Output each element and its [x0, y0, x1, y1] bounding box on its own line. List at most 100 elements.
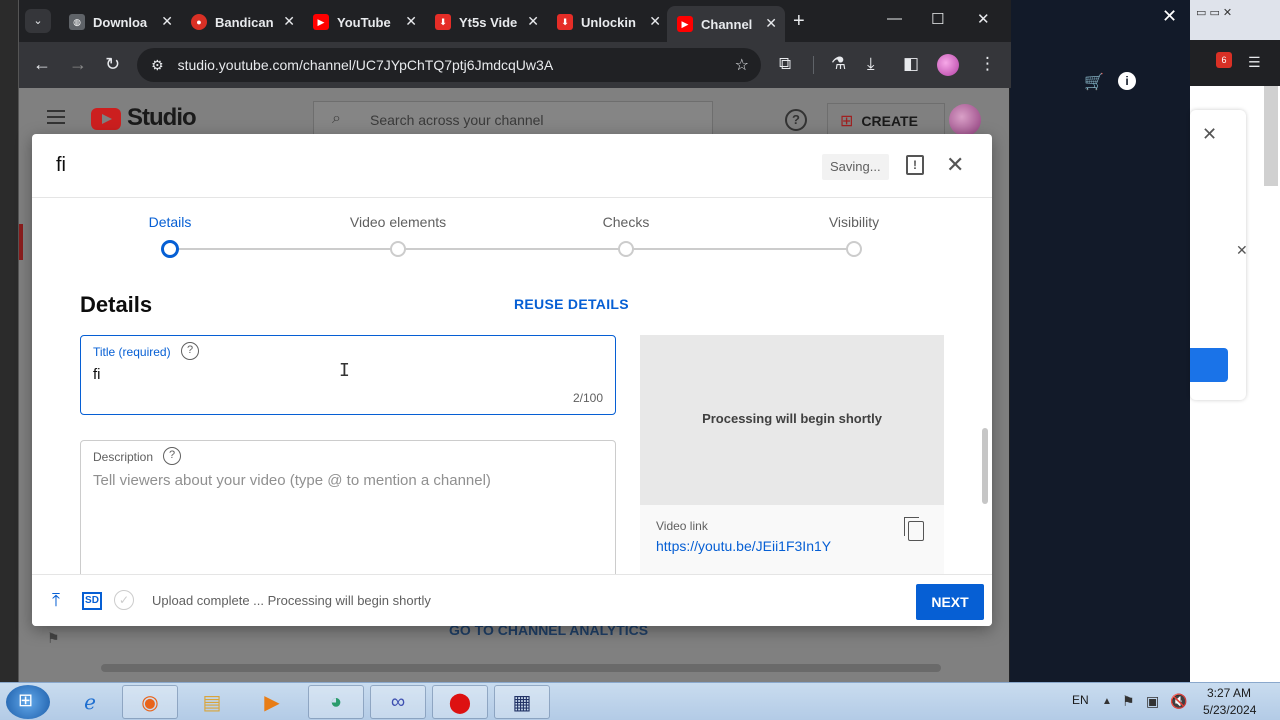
tab-downloader[interactable]: ◍ Downloa ✕	[59, 8, 181, 36]
url-text: studio.youtube.com/channel/UC7JYpChTQ7pt…	[177, 57, 554, 73]
new-tab-icon[interactable]: +	[793, 10, 805, 33]
step-dot-checks[interactable]	[618, 241, 634, 257]
clock-time[interactable]: 3:27 AM	[1207, 686, 1251, 700]
step-details[interactable]: Details	[90, 214, 250, 230]
close-icon[interactable]: ✕	[946, 152, 964, 178]
labs-icon[interactable]: ⚗	[831, 54, 846, 74]
dialog-header: fi Saving... ! ✕	[32, 134, 992, 198]
tab-close-icon[interactable]: ✕	[649, 13, 661, 30]
reload-icon[interactable]: ↻	[105, 54, 120, 75]
app-icon[interactable]: ◕	[308, 685, 364, 719]
dialog-content: Details REUSE DETAILS Title (required) ?…	[32, 278, 992, 574]
step-checks[interactable]: Checks	[546, 214, 706, 230]
video-link-label: Video link	[656, 519, 708, 533]
send-feedback-icon[interactable]: ⚑	[47, 630, 60, 647]
search-placeholder: Search across your channel	[370, 112, 544, 128]
tab-unlocking[interactable]: ⬇ Unlockin ✕	[547, 8, 669, 36]
copy-icon[interactable]	[904, 517, 924, 541]
help-icon[interactable]: ?	[181, 342, 199, 360]
bookmark-star-icon[interactable]: ☆	[735, 55, 749, 75]
close-icon[interactable]: ✕	[1236, 242, 1248, 259]
video-add-icon: ⊞	[840, 113, 854, 130]
clock-date[interactable]: 5/23/2024	[1203, 703, 1256, 717]
desktop: ✕ 🛒 i ✕ ✕ 6 ☰ ▭ ▭ ✕ ⌄ ◍ Downloa ✕ ● Band…	[0, 0, 1280, 720]
sd-quality-icon[interactable]: SD	[82, 592, 102, 610]
title-field[interactable]: Title (required) ? fi 2/100 I	[80, 335, 616, 415]
title-char-count: 2/100	[572, 391, 603, 405]
tab-yt5s[interactable]: ⬇ Yt5s Vide ✕	[425, 8, 547, 36]
close-icon[interactable]: ✕	[1202, 124, 1217, 145]
tab-search-icon[interactable]: ⌄	[25, 9, 51, 33]
cart-icon[interactable]: 🛒	[1084, 72, 1104, 92]
youtube-logo-icon[interactable]	[91, 108, 121, 130]
flag-icon[interactable]: ⚑	[1122, 693, 1135, 710]
dialog-scrollbar[interactable]	[982, 428, 988, 504]
title-field-label: Title (required)	[93, 345, 171, 359]
toolbar-divider	[813, 56, 814, 74]
tray-expand-icon[interactable]: ▲	[1102, 696, 1112, 707]
video-editor-icon[interactable]: ▦	[494, 685, 550, 719]
network-icon[interactable]: ▣	[1146, 693, 1159, 710]
step-video-elements[interactable]: Video elements	[318, 214, 478, 230]
next-button[interactable]: NEXT	[916, 584, 984, 620]
app-icon[interactable]: ∞	[370, 685, 426, 719]
step-dot-details[interactable]	[161, 240, 179, 258]
internet-explorer-icon[interactable]: ℯ	[62, 685, 118, 719]
scrollbar[interactable]	[1264, 86, 1278, 186]
video-link-url[interactable]: https://youtu.be/JEii1F3In1Y	[656, 538, 831, 554]
firefox-icon[interactable]: ◉	[122, 685, 178, 719]
profile-avatar[interactable]	[937, 54, 959, 76]
step-visibility[interactable]: Visibility	[774, 214, 934, 230]
background-dark-panel	[1010, 0, 1190, 682]
maximize-icon[interactable]: ☐	[931, 10, 944, 28]
file-explorer-icon[interactable]: ▤	[184, 685, 240, 719]
description-field[interactable]: Description ? Tell viewers about your vi…	[80, 440, 616, 574]
media-player-icon[interactable]: ▶	[244, 685, 300, 719]
minimize-icon[interactable]: —	[887, 10, 902, 27]
video-link-panel: Video link https://youtu.be/JEii1F3In1Y	[640, 505, 944, 574]
volume-muted-icon[interactable]: 🔇	[1170, 693, 1187, 710]
tab-close-icon[interactable]: ✕	[161, 13, 173, 30]
step-dot-visibility[interactable]	[846, 241, 862, 257]
section-heading: Details	[80, 292, 153, 317]
close-icon[interactable]: ✕	[1162, 6, 1177, 27]
hamburger-menu-icon[interactable]	[47, 110, 65, 124]
video-preview: Processing will begin shortly	[640, 335, 944, 505]
site-info-icon[interactable]: ⚙	[151, 57, 164, 74]
menu-icon[interactable]: ☰	[1248, 54, 1261, 71]
bandicam-icon[interactable]: ⬤	[432, 685, 488, 719]
help-icon[interactable]: ?	[785, 109, 807, 131]
horizontal-scrollbar[interactable]	[101, 664, 941, 672]
downloads-icon[interactable]: ⤓	[867, 54, 875, 74]
checks-icon[interactable]: ✓	[114, 590, 134, 610]
tab-youtube[interactable]: ▶ YouTube ✕	[303, 8, 425, 36]
tab-channel[interactable]: ▶ Channel ✕	[667, 6, 785, 42]
back-icon[interactable]: ←	[33, 54, 51, 75]
start-button[interactable]	[6, 685, 50, 719]
channel-avatar[interactable]	[949, 104, 981, 136]
reuse-details-button[interactable]: REUSE DETAILS	[514, 296, 629, 312]
tab-close-icon[interactable]: ✕	[765, 15, 777, 32]
studio-logo-text[interactable]: Studio	[127, 104, 197, 132]
tab-bandicam[interactable]: ● Bandican ✕	[181, 8, 303, 36]
forward-icon[interactable]: →	[69, 54, 87, 75]
tab-close-icon[interactable]: ✕	[527, 13, 539, 30]
info-icon[interactable]: i	[1118, 72, 1136, 90]
title-input-value[interactable]: fi	[93, 366, 101, 383]
upload-icon[interactable]: ⤒	[52, 590, 60, 611]
tab-close-icon[interactable]: ✕	[283, 13, 295, 30]
language-indicator[interactable]: EN	[1072, 693, 1089, 707]
background-blue-button[interactable]	[1190, 348, 1228, 382]
window-close-icon[interactable]: ✕	[977, 10, 990, 28]
step-dot-video-elements[interactable]	[390, 241, 406, 257]
tab-close-icon[interactable]: ✕	[405, 13, 417, 30]
taskbar: ℯ ◉ ▤ ▶ ◕ ∞ ⬤ ▦ EN ▲ ⚑ ▣ 🔇 3:27 AM 5/23/…	[0, 682, 1280, 720]
feedback-icon[interactable]: !	[906, 155, 924, 175]
address-bar[interactable]: ⚙ studio.youtube.com/channel/UC7JYpChTQ7…	[137, 48, 761, 82]
side-panel-icon[interactable]: ◧	[903, 54, 919, 74]
help-icon[interactable]: ?	[163, 447, 181, 465]
notification-badge[interactable]: 6	[1216, 52, 1232, 68]
minimize-icon[interactable]: ▭ ▭ ✕	[1196, 6, 1232, 19]
extensions-icon[interactable]: ⧉	[779, 54, 791, 74]
browser-menu-icon[interactable]: ⋮	[979, 54, 996, 74]
